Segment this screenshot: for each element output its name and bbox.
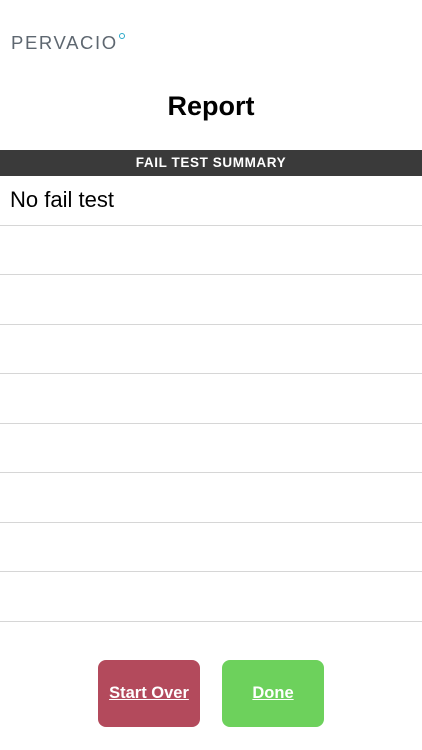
list-item: [0, 473, 422, 523]
list-item: [0, 325, 422, 374]
pervacio-logo: PERVACIO: [11, 32, 125, 54]
page-title: Report: [167, 91, 255, 121]
list-item: [0, 424, 422, 473]
fail-test-list: No fail test: [0, 176, 422, 622]
list-item: No fail test: [0, 176, 422, 226]
logo-registered-icon: [118, 33, 125, 39]
fail-test-summary-header: FAIL TEST SUMMARY: [0, 150, 422, 176]
list-item: [0, 572, 422, 622]
done-button[interactable]: Done: [222, 660, 324, 727]
list-item: [0, 523, 422, 572]
logo-text: PERVACIO: [11, 32, 118, 53]
start-over-button[interactable]: Start Over: [98, 660, 200, 727]
list-item: [0, 226, 422, 275]
list-item: [0, 374, 422, 424]
list-item: [0, 275, 422, 325]
